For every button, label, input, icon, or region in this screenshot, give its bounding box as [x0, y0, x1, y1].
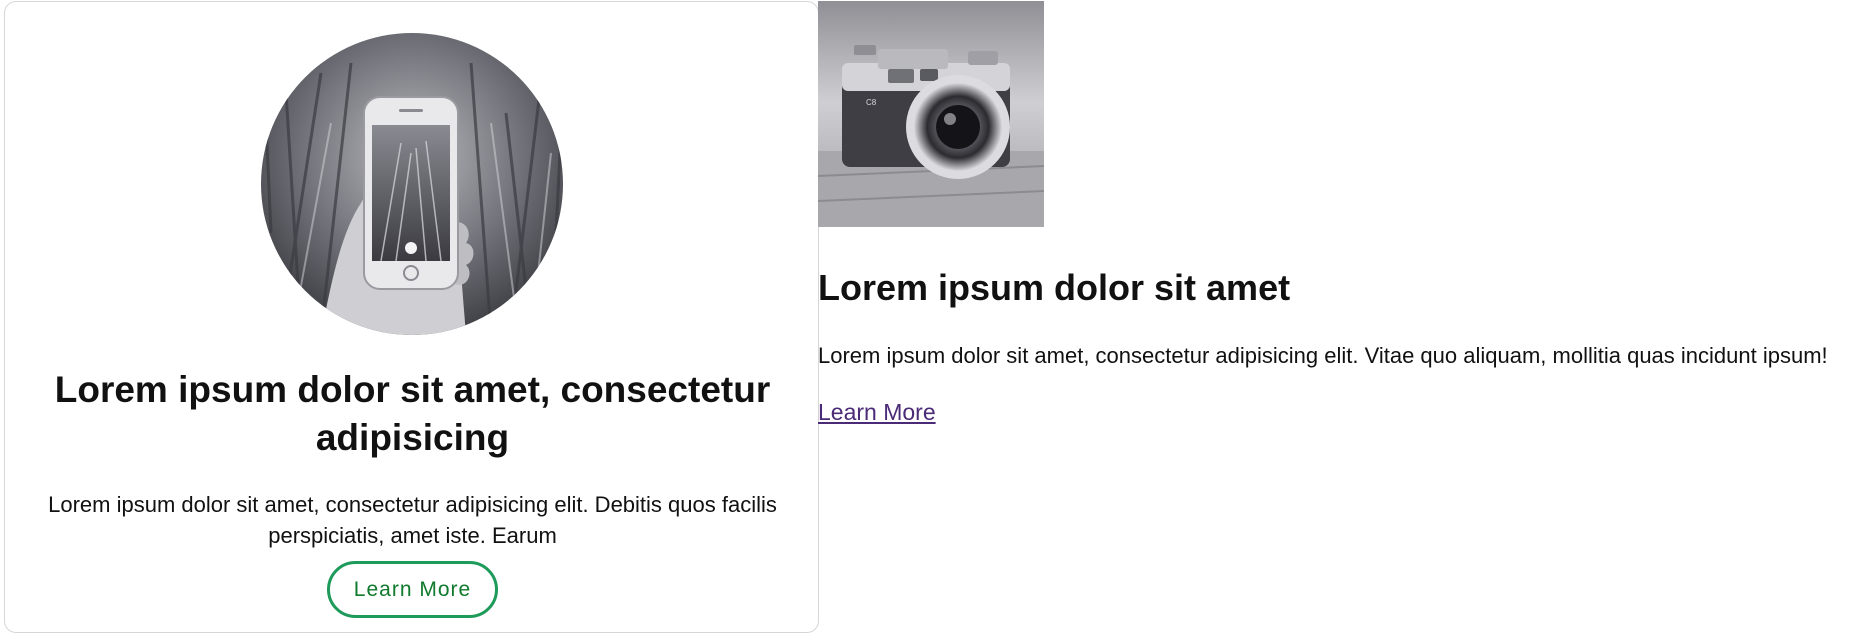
- media-title: Lorem ipsum dolor sit amet: [818, 267, 1291, 308]
- learn-more-link[interactable]: Learn More: [818, 396, 936, 428]
- media-description: Lorem ipsum dolor sit amet, consectetur …: [818, 343, 1828, 368]
- camera-photo-image: C8: [818, 1, 1044, 227]
- card-title: Lorem ipsum dolor sit amet, consectetur …: [54, 369, 771, 458]
- card-description: Lorem ipsum dolor sit amet, consectetur …: [48, 492, 777, 548]
- feature-card: Lorem ipsum dolor sit amet, consectetur …: [4, 1, 819, 633]
- phone-photo-image: [261, 33, 563, 335]
- svg-text:C8: C8: [866, 98, 877, 107]
- page: Lorem ipsum dolor sit amet, consectetur …: [0, 0, 1874, 643]
- learn-more-button[interactable]: Learn More: [327, 561, 498, 618]
